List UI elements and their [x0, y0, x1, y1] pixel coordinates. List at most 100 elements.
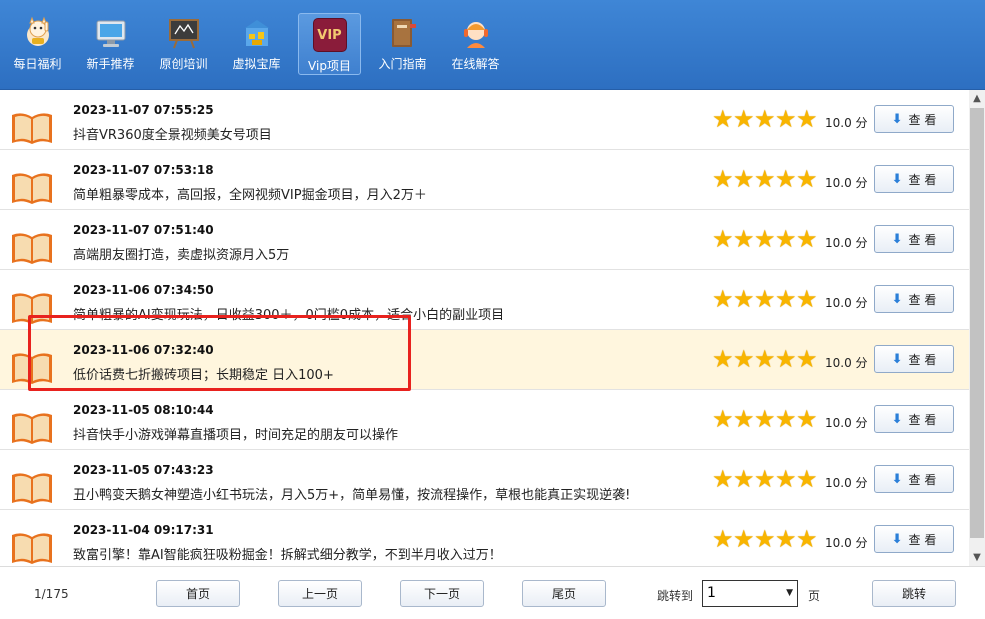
list-item[interactable]: 2023-11-04 09:17:31 致富引擎！靠AI智能疯狂吸粉掘金！拆解式… — [0, 510, 969, 566]
toolbar-label: Vip项目 — [308, 59, 351, 73]
star-icon: ★ — [775, 525, 797, 553]
toolbar-label: 虚拟宝库 — [232, 57, 281, 71]
page-select[interactable]: 1 ▼ — [702, 580, 798, 607]
toolbar-label: 原创培训 — [159, 57, 208, 71]
star-icon: ★ — [775, 345, 797, 373]
star-icon: ★ — [733, 165, 755, 193]
item-score: 10.0 分 — [825, 114, 868, 131]
view-button-label: 查 看 — [908, 232, 937, 247]
star-icon: ★ — [796, 165, 818, 193]
star-icon: ★ — [712, 285, 734, 313]
scroll-up-arrow-icon[interactable]: ▲ — [969, 90, 985, 107]
open-book-icon — [12, 413, 52, 444]
star-icon: ★ — [754, 285, 776, 313]
star-icon: ★ — [775, 225, 797, 253]
toolbar-item-vip-projects[interactable]: VIP Vip项目 — [298, 13, 361, 75]
pagination-bar: 1/175 首页 上一页 下一页 尾页 跳转到 1 ▼ 页 跳转 — [0, 566, 985, 619]
item-score: 10.0 分 — [825, 414, 868, 431]
score-unit: 分 — [855, 116, 868, 130]
item-time: 2023-11-07 07:53:18 — [73, 163, 214, 177]
score-unit: 分 — [855, 356, 868, 370]
next-page-button[interactable]: 下一页 — [400, 580, 484, 607]
support-agent-icon — [459, 16, 493, 50]
jump-button[interactable]: 跳转 — [872, 580, 956, 607]
star-icon: ★ — [796, 405, 818, 433]
prev-page-button[interactable]: 上一页 — [278, 580, 362, 607]
view-button[interactable]: ⬇ 查 看 — [874, 465, 954, 493]
view-button-label: 查 看 — [908, 412, 937, 427]
download-arrow-icon: ⬇ — [891, 531, 903, 547]
star-icon: ★ — [775, 165, 797, 193]
star-icon: ★ — [733, 225, 755, 253]
page-unit-label: 页 — [808, 589, 821, 603]
view-button[interactable]: ⬇ 查 看 — [874, 285, 954, 313]
score-unit: 分 — [855, 476, 868, 490]
item-time: 2023-11-07 07:51:40 — [73, 223, 214, 237]
rating-stars: ★ ★ ★ ★ ★ — [712, 345, 818, 373]
toolbar-item-virtual-treasury[interactable]: 虚拟宝库 — [225, 0, 288, 90]
star-icon: ★ — [775, 405, 797, 433]
rating-stars: ★ ★ ★ ★ ★ — [712, 405, 818, 433]
toolbar-item-getting-started[interactable]: 入门指南 — [371, 0, 434, 90]
star-icon: ★ — [733, 525, 755, 553]
page-info: 1/175 — [34, 587, 69, 601]
list-item[interactable]: 2023-11-07 07:51:40 高端朋友圈打造，卖虚拟资源月入5万 ★ ★… — [0, 210, 969, 270]
item-score: 10.0 分 — [825, 474, 868, 491]
open-book-icon — [12, 233, 52, 264]
view-button[interactable]: ⬇ 查 看 — [874, 525, 954, 553]
view-button[interactable]: ⬇ 查 看 — [874, 105, 954, 133]
star-icon: ★ — [754, 225, 776, 253]
star-icon: ★ — [796, 285, 818, 313]
star-icon: ★ — [712, 525, 734, 553]
score-unit: 分 — [855, 296, 868, 310]
scroll-down-arrow-icon[interactable]: ▼ — [969, 549, 985, 566]
toolbar-item-online-answers[interactable]: 在线解答 — [444, 0, 507, 90]
list-item[interactable]: 2023-11-07 07:53:18 简单粗暴零成本，高回报，全网视频VIP掘… — [0, 150, 969, 210]
open-book-icon — [12, 533, 52, 564]
star-icon: ★ — [796, 465, 818, 493]
toolbar-item-newbie-recommend[interactable]: 新手推荐 — [79, 0, 142, 90]
highlight-box — [28, 315, 411, 391]
download-arrow-icon: ⬇ — [891, 471, 903, 487]
list-item[interactable]: 2023-11-05 07:43:23 丑小鸭变天鹅女神塑造小红书玩法，月入5万… — [0, 450, 969, 510]
item-score: 10.0 分 — [825, 294, 868, 311]
download-arrow-icon: ⬇ — [891, 411, 903, 427]
score-unit: 分 — [855, 236, 868, 250]
list-item[interactable]: 2023-11-05 08:10:44 抖音快手小游戏弹幕直播项目，时间充足的朋… — [0, 390, 969, 450]
view-button-label: 查 看 — [908, 352, 937, 367]
star-icon: ★ — [775, 105, 797, 133]
view-button[interactable]: ⬇ 查 看 — [874, 345, 954, 373]
item-title: 抖音VR360度全景视频美女号项目 — [73, 128, 272, 143]
item-time: 2023-11-05 07:43:23 — [73, 463, 214, 477]
view-button[interactable]: ⬇ 查 看 — [874, 225, 954, 253]
jump-to-label: 跳转到 — [657, 589, 694, 603]
star-icon: ★ — [754, 525, 776, 553]
vip-icon-text: VIP — [317, 27, 342, 43]
toolbar-label: 每日福利 — [13, 57, 62, 71]
last-page-button[interactable]: 尾页 — [522, 580, 606, 607]
chevron-down-icon: ▼ — [786, 588, 793, 598]
view-button[interactable]: ⬇ 查 看 — [874, 405, 954, 433]
star-icon: ★ — [712, 225, 734, 253]
item-score: 10.0 分 — [825, 534, 868, 551]
rating-stars: ★ ★ ★ ★ ★ — [712, 165, 818, 193]
vertical-scrollbar[interactable]: ▲ ▼ — [969, 90, 985, 566]
blackboard-icon — [167, 16, 201, 50]
score-value: 10.0 — [825, 536, 852, 550]
score-unit: 分 — [855, 416, 868, 430]
star-icon: ★ — [712, 165, 734, 193]
score-value: 10.0 — [825, 236, 852, 250]
scrollbar-thumb[interactable] — [970, 108, 984, 538]
view-button-label: 查 看 — [908, 172, 937, 187]
star-icon: ★ — [796, 345, 818, 373]
toolbar-item-original-training[interactable]: 原创培训 — [152, 0, 215, 90]
toolbar-item-daily-welfare[interactable]: 每日福利 — [6, 0, 69, 90]
download-arrow-icon: ⬇ — [891, 231, 903, 247]
guide-book-icon — [386, 16, 420, 50]
item-score: 10.0 分 — [825, 234, 868, 251]
item-title: 丑小鸭变天鹅女神塑造小红书玩法，月入5万+，简单易懂，按流程操作，草根也能真正实… — [73, 488, 631, 503]
view-button[interactable]: ⬇ 查 看 — [874, 165, 954, 193]
first-page-button[interactable]: 首页 — [156, 580, 240, 607]
view-button-label: 查 看 — [908, 472, 937, 487]
list-item[interactable]: 2023-11-07 07:55:25 抖音VR360度全景视频美女号项目 ★ ★… — [0, 90, 969, 150]
